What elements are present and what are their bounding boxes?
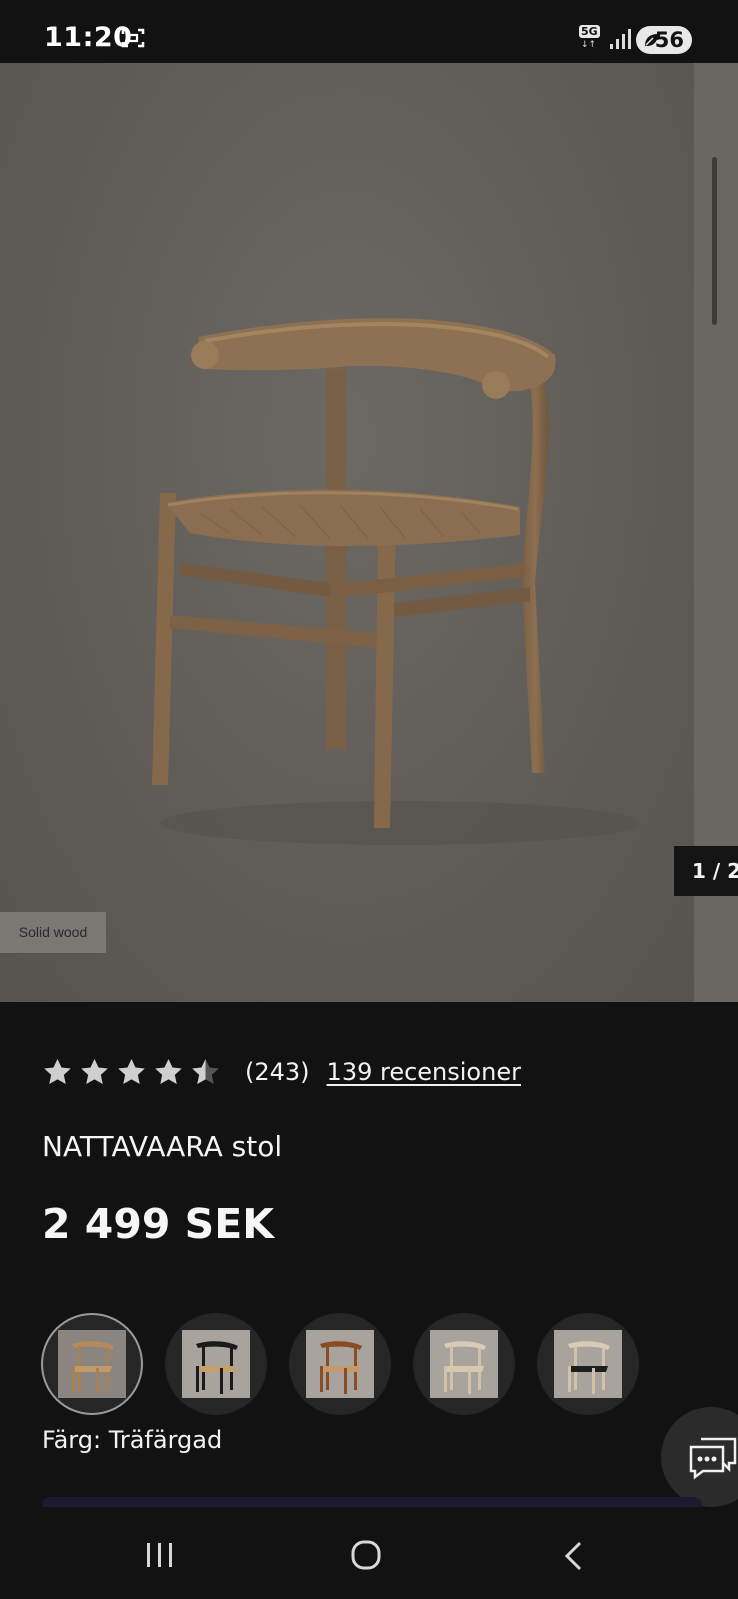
- swatch-black-frame[interactable]: [165, 1313, 267, 1415]
- reviews-link[interactable]: 139 recensioner: [327, 1058, 521, 1086]
- product-image-gallery[interactable]: Solid wood: [0, 63, 694, 1002]
- battery-indicator: 56: [636, 26, 692, 54]
- material-tag: Solid wood: [0, 912, 106, 953]
- swatch-light-wood-black-seat[interactable]: [537, 1313, 639, 1415]
- scrollbar[interactable]: [712, 157, 717, 325]
- chat-button[interactable]: [661, 1407, 738, 1507]
- battery-saver-icon: [645, 34, 658, 46]
- rating-row[interactable]: (243) 139 recensioner: [42, 1054, 521, 1090]
- swatch-thumbnail: [306, 1330, 374, 1398]
- chair-product-image: [152, 318, 640, 845]
- swatch-natural-wood[interactable]: [41, 1313, 143, 1415]
- swatch-thumbnail: [182, 1330, 250, 1398]
- swatch-brown-wood[interactable]: [289, 1313, 391, 1415]
- data-arrows-icon: ↓↑: [581, 40, 597, 50]
- swatch-light-wood[interactable]: [413, 1313, 515, 1415]
- screenshot-icon: [121, 28, 145, 48]
- swatch-thumbnail: [58, 1330, 126, 1398]
- add-to-cart-button-edge[interactable]: [42, 1497, 702, 1507]
- network-type: 5G: [579, 25, 600, 38]
- rating-count: (243): [245, 1058, 310, 1086]
- image-pager: 1 / 2: [674, 846, 738, 896]
- selected-color-label: Färg: Träfärgad: [42, 1426, 223, 1454]
- clock: 11:20: [44, 22, 133, 53]
- signal-icon: [610, 29, 631, 49]
- chat-icon: [689, 1437, 737, 1480]
- star-icon: [118, 1058, 145, 1084]
- swatch-thumbnail: [554, 1330, 622, 1398]
- star-icon: [155, 1058, 182, 1084]
- star-icon: [44, 1058, 71, 1084]
- status-bar: 11:20 5G ↓↑ 56: [0, 0, 738, 63]
- recent-apps-icon[interactable]: [145, 1541, 175, 1569]
- swatch-thumbnail: [430, 1330, 498, 1398]
- home-icon[interactable]: [350, 1539, 382, 1571]
- product-price: 2 499 SEK: [42, 1200, 274, 1248]
- star-icon: [81, 1058, 108, 1084]
- back-icon[interactable]: [562, 1540, 584, 1572]
- half-star-icon: [192, 1058, 219, 1084]
- product-name: NATTAVAARA stol: [42, 1130, 283, 1163]
- color-swatches: [41, 1313, 661, 1415]
